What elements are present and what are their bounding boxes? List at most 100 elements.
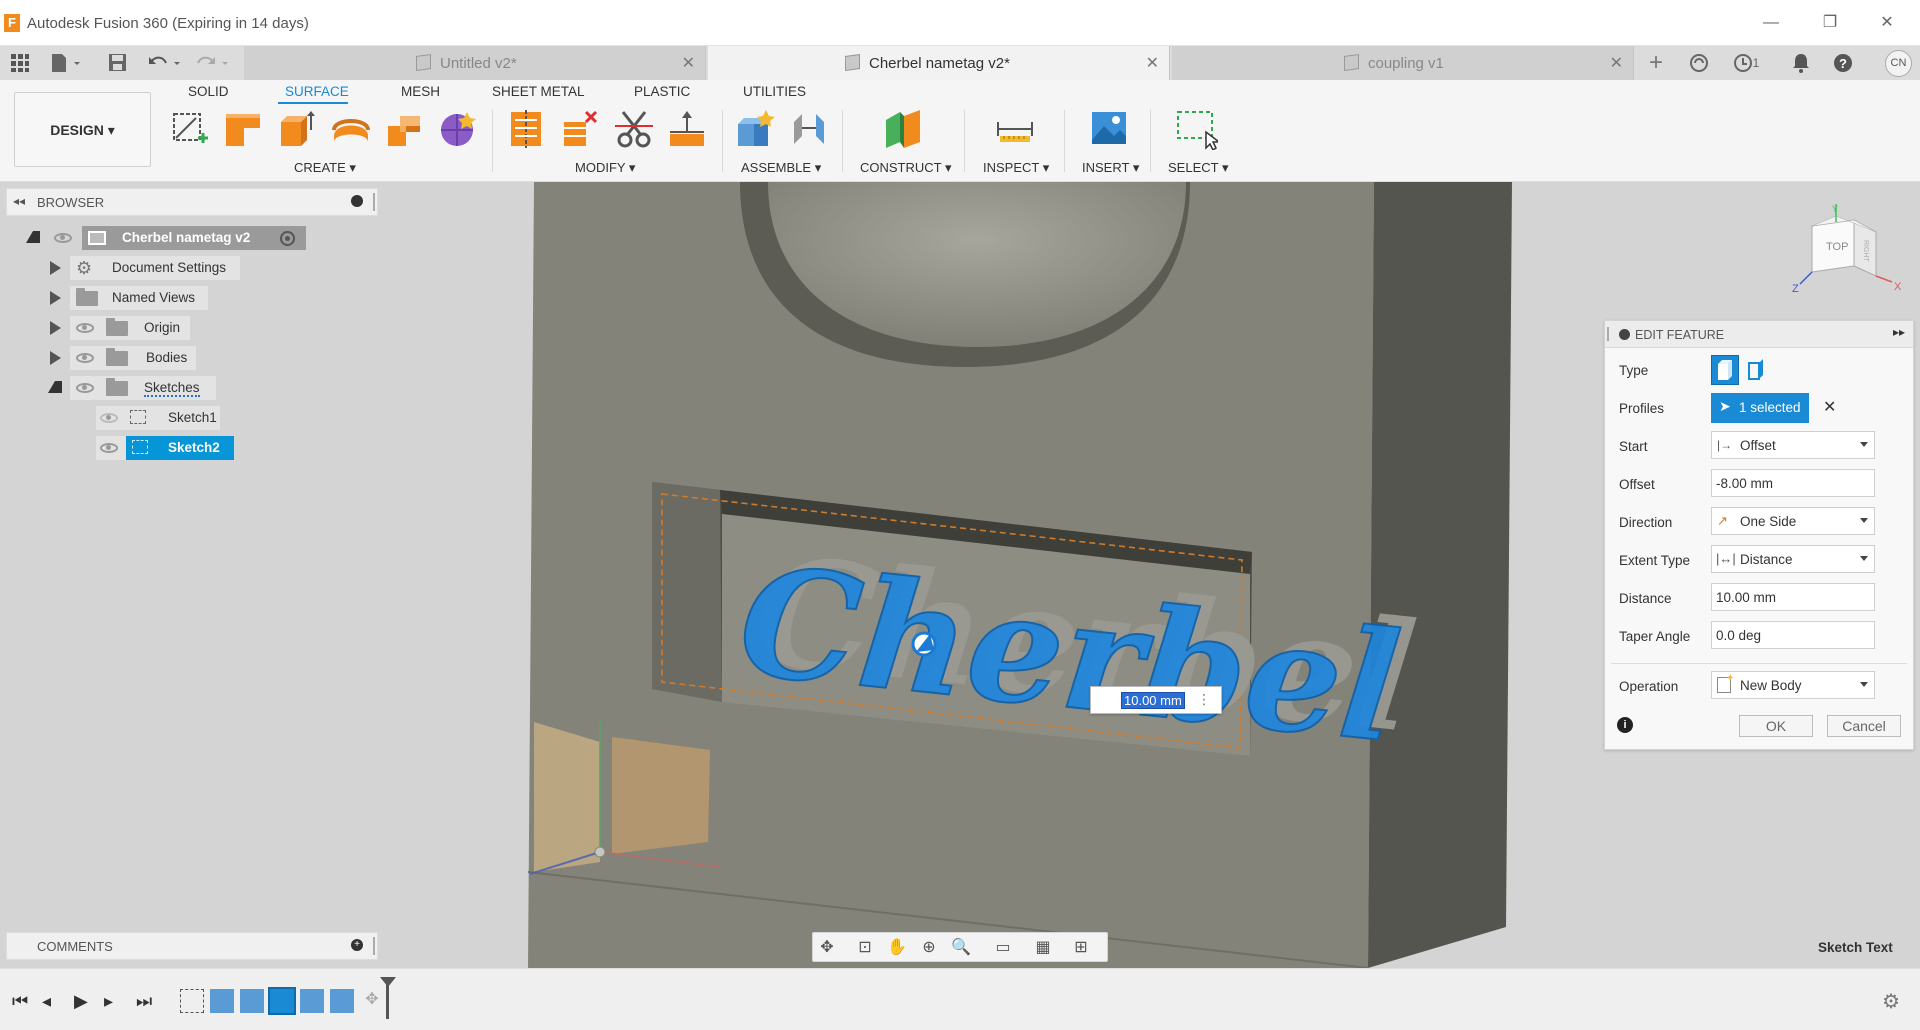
visibility-eye-icon[interactable] (76, 323, 94, 333)
notifications-icon[interactable] (1786, 50, 1816, 76)
insert-group-label[interactable]: INSERT ▾ (1082, 160, 1139, 176)
restore-button[interactable]: ❐ (1810, 10, 1850, 36)
timeline-extrude-icon[interactable] (300, 989, 324, 1013)
save-icon[interactable] (108, 50, 128, 76)
go-to-start-icon[interactable]: ⏮ (12, 991, 28, 1012)
visibility-eye-icon[interactable] (100, 443, 118, 453)
tab-mesh[interactable]: MESH (401, 84, 440, 99)
window-select-icon[interactable] (1176, 108, 1222, 152)
taper-angle-input[interactable]: 0.0 deg (1711, 621, 1875, 649)
close-window-button[interactable]: ✕ (1867, 10, 1907, 36)
distance-input-popup[interactable]: 10.00 mm ⋮ (1090, 686, 1222, 714)
body-side-face[interactable] (1368, 182, 1512, 968)
timeline-extrude-icon[interactable] (210, 989, 234, 1013)
operation-dropdown[interactable]: ✦ New Body (1711, 671, 1875, 699)
display-settings-icon[interactable]: ▭ (993, 938, 1013, 958)
pan-icon[interactable]: ✋ (887, 938, 907, 958)
extent-type-dropdown[interactable]: |↔| Distance (1711, 545, 1875, 573)
drag-handle[interactable] (1607, 327, 1609, 341)
start-dropdown[interactable]: |→ Offset (1711, 431, 1875, 459)
extrude-surface-icon[interactable] (275, 108, 317, 150)
tree-item-origin[interactable]: Origin (0, 316, 380, 340)
dialog-header[interactable]: EDIT FEATURE ▸▸ (1605, 321, 1913, 348)
workspace-switcher[interactable]: DESIGN ▾ (14, 92, 151, 167)
browser-pin-icon[interactable] (351, 195, 363, 207)
file-menu-icon[interactable] (50, 50, 82, 76)
expand-arrow-icon[interactable] (50, 291, 61, 305)
direction-dropdown[interactable]: ↗ One Side (1711, 507, 1875, 535)
type-thin-button[interactable] (1743, 355, 1771, 385)
distance-input[interactable]: 10.00 mm (1711, 583, 1875, 611)
collapse-arrow-icon[interactable] (48, 381, 62, 393)
expand-arrow-icon[interactable] (50, 261, 61, 275)
visibility-eye-icon[interactable] (76, 383, 94, 393)
viewcube[interactable]: TOP RIGHT Y X Z (1792, 202, 1902, 295)
delete-face-icon[interactable] (560, 108, 602, 150)
extensions-icon[interactable] (1684, 50, 1714, 76)
inspect-group-label[interactable]: INSPECT ▾ (983, 160, 1049, 176)
measure-icon[interactable] (994, 108, 1036, 150)
expand-arrow-icon[interactable] (50, 351, 61, 365)
collapse-arrow-icon[interactable] (26, 231, 40, 243)
timeline-sketch-icon[interactable] (180, 989, 204, 1013)
construct-group-label[interactable]: CONSTRUCT ▾ (860, 160, 952, 176)
minimize-button[interactable]: — (1751, 10, 1791, 36)
tree-item-bodies[interactable]: Bodies (0, 346, 380, 370)
create-group-label[interactable]: CREATE ▾ (294, 160, 356, 176)
tree-item-named-views[interactable]: Named Views (0, 286, 380, 310)
patch-icon[interactable] (222, 108, 264, 150)
orbit-icon[interactable]: ✥ (817, 938, 837, 958)
play-icon[interactable]: ▶ (74, 991, 88, 1012)
user-avatar[interactable]: CN (1885, 50, 1912, 77)
distance-input-value[interactable]: 10.00 mm (1121, 692, 1185, 709)
split-face-icon[interactable] (505, 108, 547, 150)
tree-root-component[interactable]: Cherbel nametag v2 (0, 226, 380, 250)
add-comment-icon[interactable]: + (351, 939, 363, 951)
info-icon[interactable]: i (1617, 717, 1633, 733)
step-forward-icon[interactable]: ▸ (104, 991, 113, 1012)
new-tab-button[interactable]: + (1641, 50, 1671, 76)
ok-button[interactable]: OK (1739, 715, 1813, 737)
timeline-settings-icon[interactable]: ⚙ (1882, 989, 1900, 1014)
tab-cherbel-nametag[interactable]: Cherbel nametag v2* ✕ (708, 46, 1170, 80)
tree-item-sketch2[interactable]: Sketch2 (0, 436, 380, 460)
app-grid-icon[interactable] (10, 50, 30, 76)
undo-icon[interactable] (148, 50, 184, 76)
panel-resize-handle[interactable] (373, 937, 375, 955)
tab-solid[interactable]: SOLID (188, 84, 229, 99)
close-tab-icon[interactable]: ✕ (1146, 53, 1159, 73)
expand-arrow-icon[interactable] (50, 321, 61, 335)
offset-input[interactable]: -8.00 mm (1711, 469, 1875, 497)
tree-item-document-settings[interactable]: ⚙ Document Settings (0, 256, 380, 280)
thicken-icon[interactable] (666, 108, 708, 150)
fit-icon[interactable]: 🔍 (951, 938, 971, 958)
assemble-group-label[interactable]: ASSEMBLE ▾ (741, 160, 821, 176)
viewcube-top-face[interactable]: TOP (1826, 241, 1848, 253)
type-solid-button[interactable] (1711, 355, 1739, 385)
more-options-icon[interactable]: ⋮ (1197, 691, 1211, 708)
insert-image-icon[interactable] (1088, 108, 1130, 150)
tab-surface[interactable]: SURFACE (285, 84, 349, 99)
visibility-eye-icon[interactable] (76, 353, 94, 363)
tree-item-sketch1[interactable]: Sketch1 (0, 406, 380, 430)
panel-resize-handle[interactable] (373, 193, 375, 211)
step-back-icon[interactable]: ◂ (42, 991, 51, 1012)
viewports-icon[interactable]: ⊞ (1071, 938, 1091, 958)
extrude-manipulator-icon[interactable] (911, 631, 937, 657)
viewcube-right-face[interactable]: RIGHT (1862, 240, 1869, 263)
timeline-move-icon[interactable]: ✥ (360, 989, 384, 1013)
create-sketch-icon[interactable] (168, 108, 210, 150)
tab-plastic[interactable]: PLASTIC (634, 84, 690, 99)
select-group-label[interactable]: SELECT ▾ (1168, 160, 1228, 176)
zoom-icon[interactable]: ⊕ (919, 938, 939, 958)
cancel-button[interactable]: Cancel (1827, 715, 1901, 737)
timeline-extrude-icon[interactable] (240, 989, 264, 1013)
look-at-icon[interactable]: ⊡ (855, 938, 875, 958)
tree-item-sketches[interactable]: Sketches (0, 376, 380, 400)
comments-panel[interactable]: COMMENTS + (6, 932, 378, 960)
collapse-browser-icon[interactable]: ◂◂ (13, 194, 25, 208)
timeline-extrude-icon[interactable] (330, 989, 354, 1013)
redo-icon[interactable] (196, 50, 232, 76)
revolve-surface-icon[interactable] (330, 108, 372, 150)
tab-utilities[interactable]: UTILITIES (743, 84, 806, 99)
